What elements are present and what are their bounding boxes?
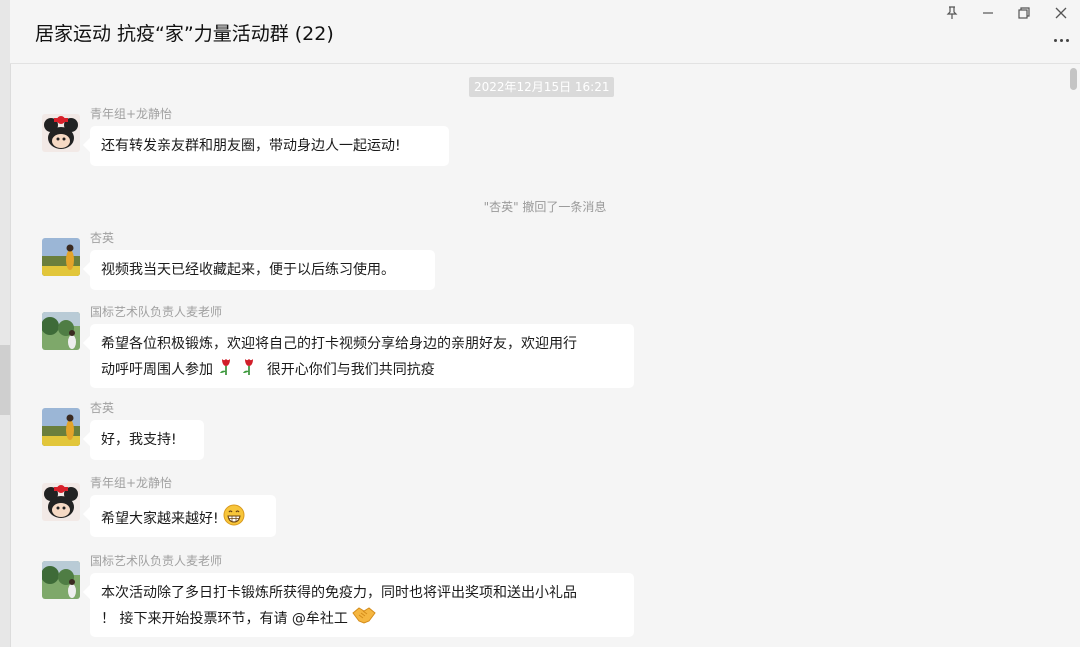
message-bubble[interactable]: 希望大家越来越好!: [90, 495, 276, 537]
chat-scrollbar[interactable]: [1070, 68, 1077, 90]
sender-name: 杏英: [90, 401, 115, 415]
message-bubble[interactable]: 好，我支持!: [90, 420, 204, 460]
avatar[interactable]: [42, 408, 80, 446]
close-icon[interactable]: [1050, 3, 1072, 23]
chat-area: 2022年12月15日 16:21 青年组+龙静怡 还有转发亲友群和朋友圈，带动…: [10, 65, 1066, 647]
message-text-line: 动呼吁周围人参加 很开心你们与我们共同抗疫: [101, 356, 623, 384]
grin-icon: [223, 504, 245, 534]
message-text-line: ！ 接下来开始投票环节，有请 @牟社工: [101, 605, 623, 633]
recall-notice: "杏英" 撤回了一条消息: [483, 200, 607, 214]
timestamp: 2022年12月15日 16:21: [469, 77, 615, 97]
message-bubble[interactable]: 还有转发亲友群和朋友圈，带动身边人一起运动!: [90, 126, 449, 166]
rose-icon: [240, 356, 258, 384]
minimize-icon[interactable]: [977, 3, 999, 23]
message-text-line: 本次活动除了多日打卡锻炼所获得的免疫力，同时也将评出奖项和送出小礼品: [101, 585, 577, 601]
sender-name: 国标艺术队负责人麦老师: [90, 305, 223, 319]
chat-title: 居家运动 抗疫“家”力量活动群 (22): [35, 23, 334, 45]
message-text-line: 希望各位积极锻炼，欢迎将自己的打卡视频分享给身边的亲朋好友，欢迎用行: [101, 336, 577, 352]
sender-name: 青年组+龙静怡: [90, 107, 173, 121]
message-bubble[interactable]: 本次活动除了多日打卡锻炼所获得的免疫力，同时也将评出奖项和送出小礼品 ！ 接下来…: [90, 573, 634, 637]
avatar[interactable]: [42, 114, 80, 152]
handshake-icon: [352, 605, 377, 633]
chat-header: 居家运动 抗疫“家”力量活动群 (22): [10, 0, 1080, 64]
avatar[interactable]: [42, 561, 80, 599]
message-bubble[interactable]: 视频我当天已经收藏起来，便于以后练习使用。: [90, 250, 435, 290]
avatar[interactable]: [42, 483, 80, 521]
message-text: 视频我当天已经收藏起来，便于以后练习使用。: [101, 262, 395, 278]
sender-name: 杏英: [90, 231, 115, 245]
message-text: 希望大家越来越好!: [101, 511, 219, 527]
message-bubble[interactable]: 希望各位积极锻炼，欢迎将自己的打卡视频分享给身边的亲朋好友，欢迎用行 动呼吁周围…: [90, 324, 634, 388]
avatar[interactable]: [42, 312, 80, 350]
message-text: 好，我支持!: [101, 432, 177, 448]
left-panel-scroll-knob[interactable]: [0, 345, 10, 415]
sender-name: 青年组+龙静怡: [90, 476, 173, 490]
sender-name: 国标艺术队负责人麦老师: [90, 554, 223, 568]
rose-icon: [217, 356, 235, 384]
restore-icon[interactable]: [1013, 3, 1035, 23]
avatar[interactable]: [42, 238, 80, 276]
more-options-icon[interactable]: [1050, 32, 1072, 48]
message-text: 还有转发亲友群和朋友圈，带动身边人一起运动!: [101, 138, 401, 154]
pin-icon[interactable]: [941, 3, 963, 23]
